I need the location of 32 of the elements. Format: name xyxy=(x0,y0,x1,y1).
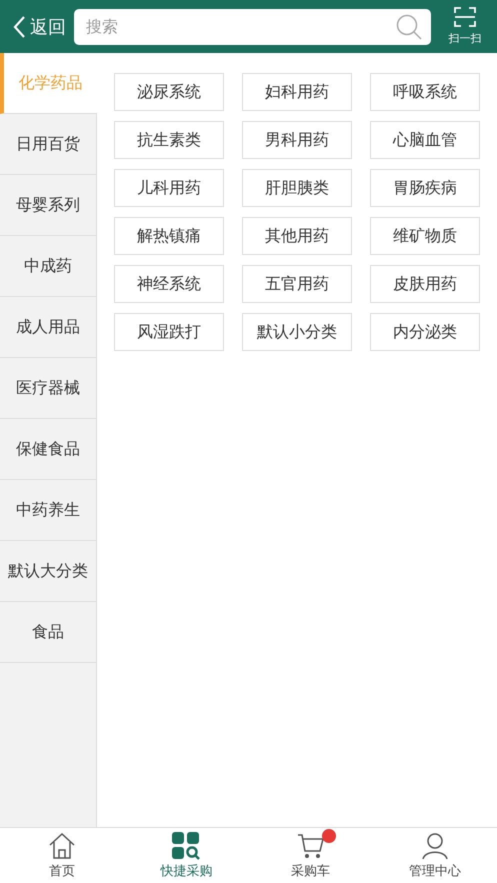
subcategory-button[interactable]: 胃肠疾病 xyxy=(370,169,480,207)
tab-bar-item[interactable]: 首页 xyxy=(0,828,124,883)
scan-button[interactable]: 扫一扫 xyxy=(443,7,487,46)
subcategory-button[interactable]: 心脑血管 xyxy=(370,121,480,159)
subcategory-button[interactable]: 风湿跌打 xyxy=(114,313,224,351)
subcategory-button[interactable]: 皮肤用药 xyxy=(370,265,480,303)
subcategory-button[interactable]: 神经系统 xyxy=(114,265,224,303)
search-field[interactable]: 搜索 xyxy=(74,8,431,44)
subcategory-button[interactable]: 抗生素类 xyxy=(114,121,224,159)
tab-bar-item[interactable]: 快捷采购 xyxy=(124,828,248,883)
subcategory-button[interactable]: 妇科用药 xyxy=(242,73,352,111)
subcategory-button[interactable]: 呼吸系统 xyxy=(370,73,480,111)
subcategory-button[interactable]: 其他用药 xyxy=(242,217,352,255)
grid-search-icon xyxy=(171,831,202,861)
notification-dot xyxy=(322,829,336,843)
subcategory-button[interactable]: 解热镇痛 xyxy=(114,217,224,255)
scan-icon xyxy=(454,7,476,27)
tab-bar-item[interactable]: 采购车 xyxy=(248,828,373,883)
subcategory-button[interactable]: 泌尿系统 xyxy=(114,73,224,111)
subcategory-button[interactable]: 维矿物质 xyxy=(370,217,480,255)
subcategory-button[interactable]: 内分泌类 xyxy=(370,313,480,351)
search-icon xyxy=(395,12,423,40)
back-button[interactable]: 返回 xyxy=(12,14,66,38)
subcategory-button[interactable]: 男科用药 xyxy=(242,121,352,159)
subcategory-button[interactable]: 肝胆胰类 xyxy=(242,169,352,207)
home-icon xyxy=(47,831,78,861)
user-icon xyxy=(420,831,450,861)
subcategory-button[interactable]: 儿科用药 xyxy=(114,169,224,207)
tab-bar-item[interactable]: 管理中心 xyxy=(372,828,497,883)
subcategory-button[interactable]: 五官用药 xyxy=(242,265,352,303)
subcategory-button[interactable]: 默认小分类 xyxy=(242,313,352,351)
back-icon xyxy=(12,14,26,38)
